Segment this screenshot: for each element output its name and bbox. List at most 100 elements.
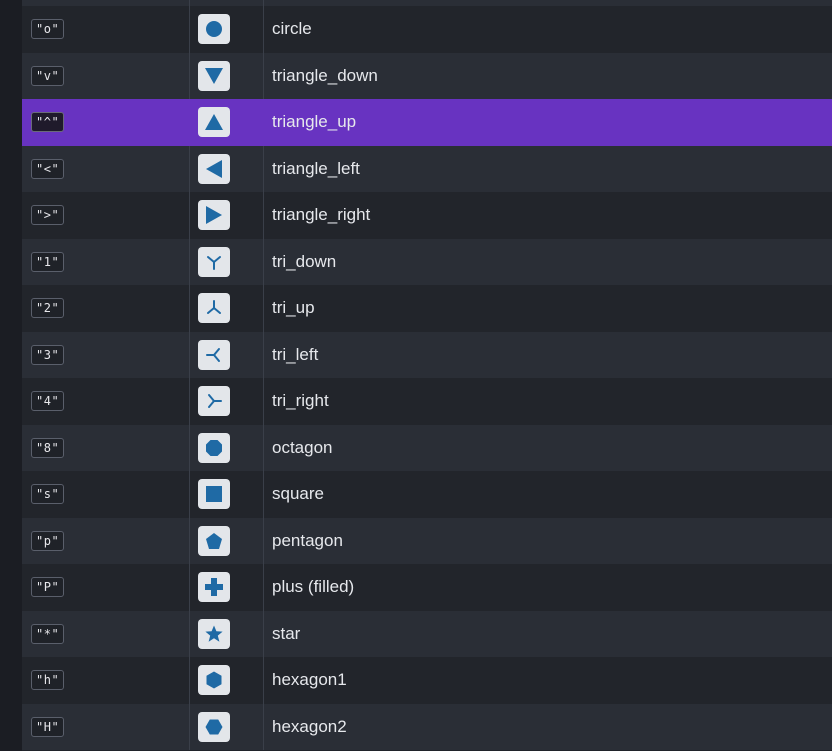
marker-cell bbox=[190, 52, 264, 99]
marker-description: hexagon2 bbox=[272, 716, 347, 736]
table-row[interactable]: "s" square bbox=[22, 471, 832, 518]
circle-marker-icon bbox=[198, 14, 230, 45]
marker-code: "3" bbox=[31, 344, 65, 365]
code-cell: "v" bbox=[22, 52, 190, 99]
marker-reference-page: "o" circle "v" triangle_down "^" triangle_up "… bbox=[0, 0, 832, 751]
hexagon2-marker-icon bbox=[198, 711, 230, 742]
table-row[interactable]: "h" hexagon1 bbox=[22, 657, 832, 704]
marker-cell bbox=[190, 564, 264, 611]
tri-up-marker-icon bbox=[198, 293, 230, 324]
marker-description: hexagon1 bbox=[272, 670, 347, 690]
marker-cell bbox=[190, 331, 264, 378]
table-row[interactable]: "8" octagon bbox=[22, 424, 832, 471]
marker-code: "P" bbox=[31, 577, 65, 598]
marker-description: tri_left bbox=[272, 344, 319, 364]
marker-cell bbox=[190, 378, 264, 425]
marker-description: square bbox=[272, 484, 324, 504]
marker-description: tri_right bbox=[272, 391, 329, 411]
octagon-marker-icon bbox=[198, 432, 230, 463]
code-cell: "h" bbox=[22, 657, 190, 704]
marker-code: "1" bbox=[31, 251, 65, 272]
code-cell: "2" bbox=[22, 285, 190, 332]
marker-code: ">" bbox=[31, 205, 65, 226]
marker-description: triangle_up bbox=[272, 112, 357, 132]
marker-description: triangle_down bbox=[272, 65, 378, 85]
marker-cell bbox=[190, 99, 264, 146]
triangle-down-marker-icon bbox=[198, 60, 230, 91]
marker-cell bbox=[190, 657, 264, 704]
code-cell: "3" bbox=[22, 331, 190, 378]
code-cell: "1" bbox=[22, 238, 190, 285]
marker-description: star bbox=[272, 623, 301, 643]
marker-cell bbox=[190, 192, 264, 239]
code-cell: "<" bbox=[22, 145, 190, 192]
code-cell: "8" bbox=[22, 424, 190, 471]
star-marker-icon bbox=[198, 618, 230, 649]
table-row[interactable]: "v" triangle_down bbox=[22, 52, 832, 99]
code-cell: "H" bbox=[22, 703, 190, 750]
table-row[interactable]: "2" tri_up bbox=[22, 285, 832, 332]
table-row[interactable]: "4" tri_right bbox=[22, 378, 832, 425]
marker-cell bbox=[190, 145, 264, 192]
code-cell: "4" bbox=[22, 378, 190, 425]
tri-left-marker-icon bbox=[198, 339, 230, 370]
marker-code: "o" bbox=[31, 19, 65, 40]
table-row[interactable]: "p" pentagon bbox=[22, 517, 832, 564]
marker-code: "<" bbox=[31, 158, 65, 179]
table-row[interactable]: "1" tri_down bbox=[22, 238, 832, 285]
table-row[interactable]: "3" tri_left bbox=[22, 331, 832, 378]
marker-description: circle bbox=[272, 19, 312, 39]
marker-cell bbox=[190, 238, 264, 285]
marker-table: "o" circle "v" triangle_down "^" triangle_up "… bbox=[22, 0, 832, 751]
marker-cell bbox=[190, 610, 264, 657]
code-cell: "s" bbox=[22, 471, 190, 518]
table-row[interactable]: ">" triangle_right bbox=[22, 192, 832, 239]
code-cell: "P" bbox=[22, 564, 190, 611]
marker-cell bbox=[190, 703, 264, 750]
plus-filled-marker-icon bbox=[198, 572, 230, 603]
marker-cell bbox=[190, 285, 264, 332]
tri-down-marker-icon bbox=[198, 246, 230, 277]
marker-code: "2" bbox=[31, 298, 65, 319]
code-cell: "o" bbox=[22, 6, 190, 53]
marker-code: "^" bbox=[31, 112, 65, 133]
marker-table-body: "o" circle "v" triangle_down "^" triangle_up "… bbox=[22, 6, 832, 750]
marker-description: plus (filled) bbox=[272, 577, 355, 597]
table-row[interactable]: "*" star bbox=[22, 610, 832, 657]
marker-cell bbox=[190, 6, 264, 53]
marker-description: triangle_right bbox=[272, 205, 371, 225]
marker-description: tri_up bbox=[272, 298, 315, 318]
tri-right-marker-icon bbox=[198, 386, 230, 417]
marker-code: "H" bbox=[31, 716, 65, 737]
marker-code: "h" bbox=[31, 670, 65, 691]
marker-code: "8" bbox=[31, 437, 65, 458]
table-row[interactable]: "o" circle bbox=[22, 6, 832, 53]
code-cell: "*" bbox=[22, 610, 190, 657]
triangle-left-marker-icon bbox=[198, 153, 230, 184]
table-row[interactable]: "H" hexagon2 bbox=[22, 703, 832, 750]
code-cell: "^" bbox=[22, 99, 190, 146]
triangle-up-marker-icon bbox=[198, 107, 230, 138]
code-cell: "p" bbox=[22, 517, 190, 564]
pentagon-marker-icon bbox=[198, 525, 230, 556]
marker-description: octagon bbox=[272, 437, 333, 457]
marker-code: "s" bbox=[31, 484, 65, 505]
table-row[interactable]: "P" plus (filled) bbox=[22, 564, 832, 611]
marker-code: "*" bbox=[31, 623, 65, 644]
marker-description: pentagon bbox=[272, 530, 343, 550]
marker-cell bbox=[190, 424, 264, 471]
marker-cell bbox=[190, 471, 264, 518]
square-marker-icon bbox=[198, 479, 230, 510]
table-row[interactable]: "^" triangle_up bbox=[22, 99, 832, 146]
marker-code: "p" bbox=[31, 530, 65, 551]
code-cell: ">" bbox=[22, 192, 190, 239]
marker-description: tri_down bbox=[272, 251, 337, 271]
marker-cell bbox=[190, 517, 264, 564]
table-row[interactable]: "<" triangle_left bbox=[22, 145, 832, 192]
marker-code: "4" bbox=[31, 391, 65, 412]
marker-description: triangle_left bbox=[272, 158, 360, 178]
hexagon1-marker-icon bbox=[198, 665, 230, 696]
triangle-right-marker-icon bbox=[198, 200, 230, 231]
left-gutter bbox=[0, 0, 22, 751]
marker-code: "v" bbox=[31, 65, 65, 86]
